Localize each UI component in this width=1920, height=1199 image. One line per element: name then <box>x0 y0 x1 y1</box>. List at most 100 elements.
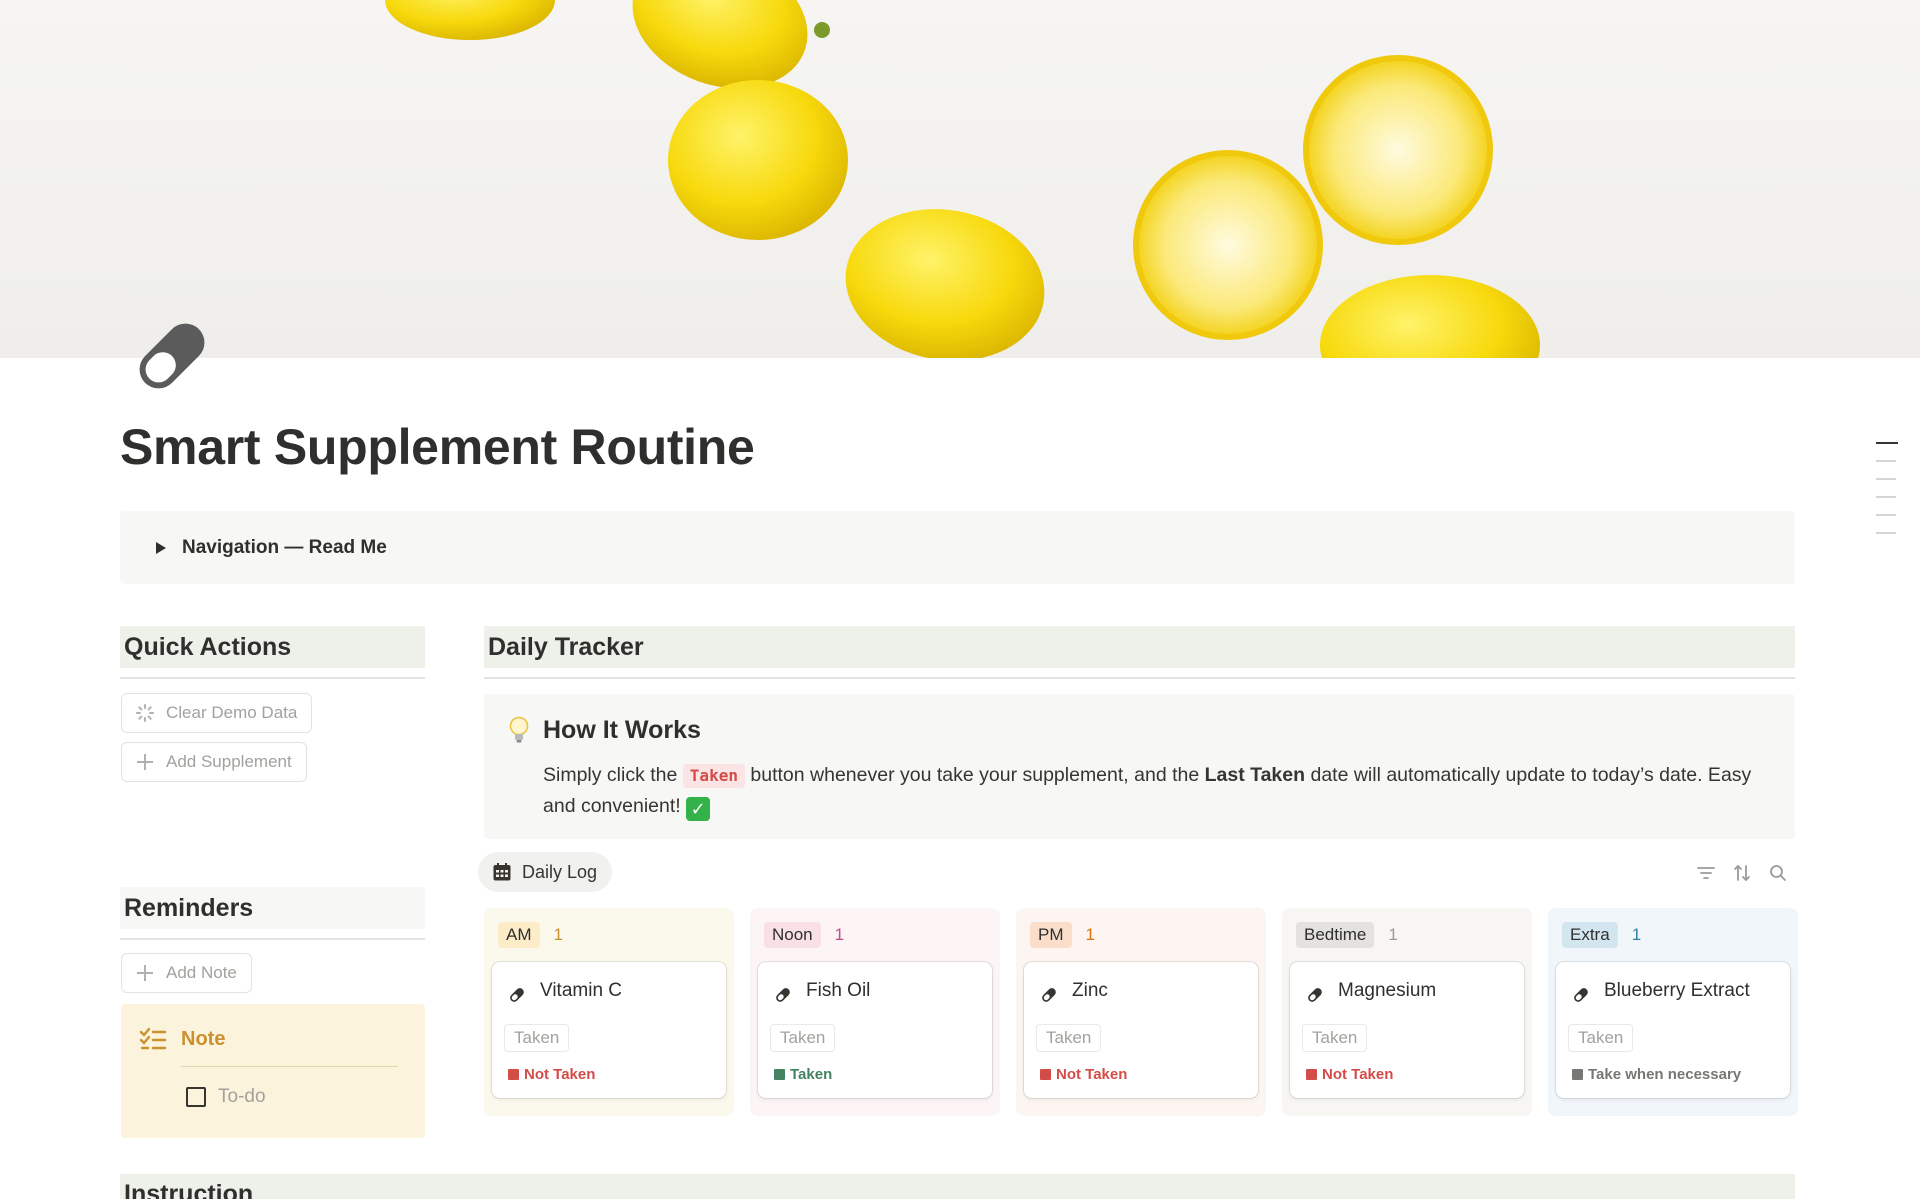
board-column-noon: Noon 1 Fish Oil Taken Taken <box>750 908 1000 1116</box>
column-header[interactable]: AM 1 <box>498 922 563 948</box>
toc-line[interactable] <box>1876 496 1896 498</box>
clear-demo-data-button[interactable]: Clear Demo Data <box>121 693 313 733</box>
view-tab-label: Daily Log <box>522 861 598 882</box>
status-badge: Not Taken <box>1306 1066 1393 1083</box>
add-supplement-button[interactable]: Add Supplement <box>121 742 307 782</box>
board-column-am: AM 1 Vitamin C Taken Not Taken <box>484 908 734 1116</box>
supplement-card[interactable]: Vitamin C Taken Not Taken <box>492 962 726 1098</box>
filter-icon[interactable] <box>1695 862 1717 884</box>
toc-line[interactable] <box>1876 460 1896 462</box>
board-column-pm: PM 1 Zinc Taken Not Taken <box>1016 908 1266 1116</box>
todo-checkbox[interactable] <box>186 1087 206 1107</box>
callout-bold: Last Taken <box>1204 764 1306 786</box>
daily-log-board: AM 1 Vitamin C Taken Not Taken Noon 1 Fi… <box>484 908 1798 1116</box>
taken-pill: Taken <box>682 764 745 788</box>
add-note-label: Add Note <box>166 963 237 982</box>
supplement-card[interactable]: Zinc Taken Not Taken <box>1024 962 1258 1098</box>
add-supplement-label: Add Supplement <box>166 752 292 771</box>
navigation-toggle[interactable]: Navigation — Read Me <box>120 511 1795 584</box>
toc-line[interactable] <box>1876 532 1896 534</box>
todo-text[interactable]: To-do <box>218 1086 266 1108</box>
column-header[interactable]: Bedtime 1 <box>1296 922 1398 948</box>
pill-icon <box>1306 986 1324 1004</box>
lightbulb-icon <box>508 716 530 744</box>
group-count: 1 <box>1388 925 1398 944</box>
toc-line[interactable] <box>1876 514 1896 516</box>
supplement-name: Magnesium <box>1338 980 1437 1001</box>
check-mark-icon: ✓ <box>686 797 711 821</box>
status-square-icon <box>774 1069 785 1080</box>
divider <box>484 677 1795 679</box>
group-count: 1 <box>834 925 845 944</box>
cover-image <box>0 0 1920 358</box>
how-it-works-callout: How It Works Simply click the Taken butt… <box>484 694 1795 839</box>
toc-line[interactable] <box>1876 478 1896 480</box>
daily-log-view-tab[interactable]: Daily Log <box>478 852 613 892</box>
status-square-icon <box>1040 1069 1051 1080</box>
table-of-contents[interactable] <box>1876 442 1898 550</box>
callout-text: button whenever you take your supplement… <box>750 764 1200 786</box>
pill-icon <box>1572 986 1590 1004</box>
pill-page-icon[interactable] <box>128 312 216 400</box>
status-square-icon <box>1306 1069 1317 1080</box>
taken-button[interactable]: Taken <box>1568 1024 1634 1052</box>
pill-icon <box>774 986 792 1004</box>
status-square-icon <box>508 1069 519 1080</box>
status-label: Not Taken <box>524 1066 596 1083</box>
status-label: Taken <box>790 1066 833 1083</box>
divider <box>181 1066 398 1067</box>
group-tag: Bedtime <box>1296 922 1375 948</box>
add-note-button[interactable]: Add Note <box>121 953 252 993</box>
status-label: Not Taken <box>1056 1066 1128 1083</box>
status-label: Take when necessary <box>1588 1066 1742 1083</box>
daily-tracker-heading: Daily Tracker <box>484 626 1795 668</box>
checklist-icon <box>139 1026 167 1054</box>
reminders-heading: Reminders <box>120 887 425 929</box>
toggle-arrow-icon[interactable] <box>156 541 166 554</box>
board-column-bedtime: Bedtime 1 Magnesium Taken Not Taken <box>1282 908 1532 1116</box>
group-tag: PM <box>1030 922 1072 948</box>
status-label: Not Taken <box>1322 1066 1394 1083</box>
column-header[interactable]: Noon 1 <box>764 922 844 948</box>
search-icon[interactable] <box>1767 862 1789 884</box>
column-header[interactable]: PM 1 <box>1030 922 1095 948</box>
supplement-name: Fish Oil <box>806 980 871 1001</box>
divider <box>120 677 425 679</box>
clear-demo-label: Clear Demo Data <box>166 703 298 722</box>
group-count: 1 <box>1085 925 1095 944</box>
plus-icon <box>134 751 156 773</box>
status-badge: Not Taken <box>508 1066 595 1083</box>
supplement-card[interactable]: Magnesium Taken Not Taken <box>1290 962 1524 1098</box>
supplement-name: Blueberry Extract <box>1604 980 1750 1001</box>
toggle-label: Navigation — Read Me <box>182 536 387 558</box>
taken-button[interactable]: Taken <box>504 1024 570 1052</box>
taken-button[interactable]: Taken <box>1302 1024 1368 1052</box>
group-count: 1 <box>553 925 563 944</box>
supplement-card[interactable]: Blueberry Extract Taken Take when necess… <box>1556 962 1790 1098</box>
pill-icon <box>508 986 526 1004</box>
status-badge: Not Taken <box>1040 1066 1127 1083</box>
loading-icon <box>134 702 156 724</box>
pill-icon <box>1040 986 1058 1004</box>
sort-icon[interactable] <box>1731 862 1753 884</box>
status-badge: Take when necessary <box>1572 1066 1741 1083</box>
note-card[interactable]: Note To-do <box>121 1004 425 1138</box>
group-tag: AM <box>498 922 540 948</box>
divider <box>120 938 425 940</box>
status-square-icon <box>1572 1069 1583 1080</box>
lemons-illustration <box>385 0 1540 358</box>
callout-body: Simply click the Taken button whenever y… <box>543 760 1763 822</box>
callout-title: How It Works <box>543 716 701 744</box>
status-badge: Taken <box>774 1066 832 1083</box>
supplement-card[interactable]: Fish Oil Taken Taken <box>758 962 992 1098</box>
calendar-icon <box>492 862 512 882</box>
note-title[interactable]: Note <box>181 1028 225 1051</box>
taken-button[interactable]: Taken <box>770 1024 836 1052</box>
column-header[interactable]: Extra 1 <box>1562 922 1641 948</box>
instruction-heading: Instruction <box>120 1174 1795 1199</box>
callout-text: Simply click the <box>543 764 678 786</box>
plus-icon <box>134 962 156 984</box>
toc-line[interactable] <box>1876 442 1898 444</box>
group-count: 1 <box>1631 925 1642 944</box>
taken-button[interactable]: Taken <box>1036 1024 1102 1052</box>
